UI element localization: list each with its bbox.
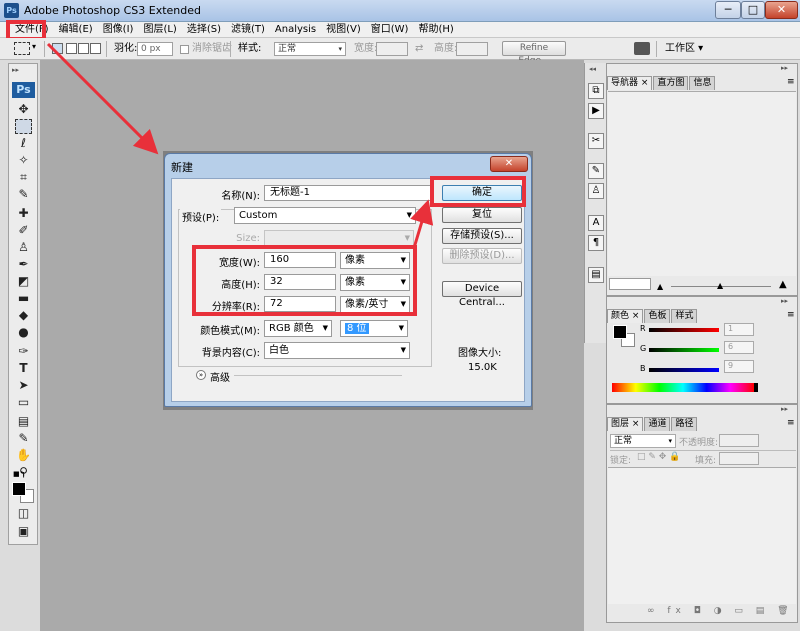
arrow-to-dialog <box>46 42 159 155</box>
foreground-color-swatch[interactable] <box>12 482 26 496</box>
arrow-to-ok <box>410 199 434 249</box>
annotation-arrows <box>46 42 434 249</box>
foreground-color-swatch[interactable] <box>613 325 627 339</box>
